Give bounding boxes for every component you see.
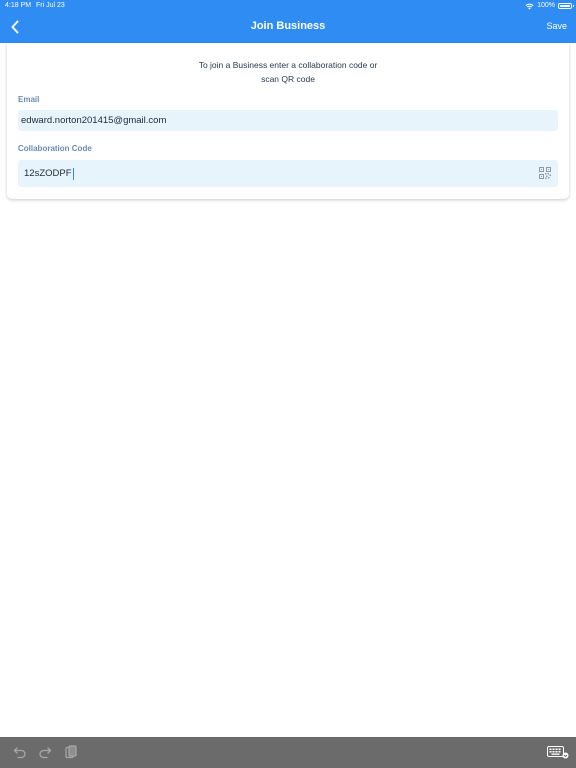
- collaboration-code-field[interactable]: 12sZODPF: [18, 160, 558, 187]
- status-time: 4:18 PM: [5, 2, 32, 9]
- instructions-text: To join a Business enter a collaboration…: [7, 58, 569, 86]
- instructions-line: scan QR code: [261, 74, 315, 84]
- qr-code-icon[interactable]: [539, 167, 551, 179]
- status-bar: 4:18 PM Fri Jul 23 100%: [0, 0, 576, 12]
- join-business-form: To join a Business enter a collaboration…: [7, 43, 569, 199]
- header-bar: 4:18 PM Fri Jul 23 100% Join Business Sa…: [0, 0, 576, 43]
- undo-button[interactable]: [12, 744, 28, 760]
- redo-icon: [39, 747, 52, 759]
- email-label: Email: [18, 95, 40, 104]
- page-title: Join Business: [250, 20, 326, 32]
- undo-icon: [13, 747, 26, 759]
- chevron-left-icon: [11, 20, 19, 34]
- keyboard-button[interactable]: [547, 744, 569, 760]
- nav-bar: Join Business Save: [0, 12, 576, 43]
- battery-icon: [558, 3, 574, 9]
- status-date: Fri Jul 23: [36, 2, 65, 9]
- back-button[interactable]: [6, 18, 24, 36]
- email-value: edward.norton201415@gmail.com: [21, 115, 167, 126]
- battery-percent: 100%: [537, 2, 555, 9]
- collaboration-code-label: Collaboration Code: [18, 144, 92, 153]
- redo-button[interactable]: [37, 744, 53, 760]
- keyboard-icon: [547, 746, 569, 759]
- keyboard-toolbar: [0, 737, 576, 768]
- email-field[interactable]: edward.norton201415@gmail.com: [18, 110, 558, 131]
- collaboration-code-value: 12sZODPF: [24, 168, 72, 179]
- save-button[interactable]: Save: [546, 12, 567, 40]
- paste-icon: [65, 745, 77, 759]
- status-indicators: 100%: [525, 0, 574, 12]
- text-cursor: [72, 167, 74, 180]
- instructions-line: To join a Business enter a collaboration…: [198, 60, 378, 70]
- wifi-icon: [525, 3, 534, 9]
- paste-button[interactable]: [63, 744, 79, 760]
